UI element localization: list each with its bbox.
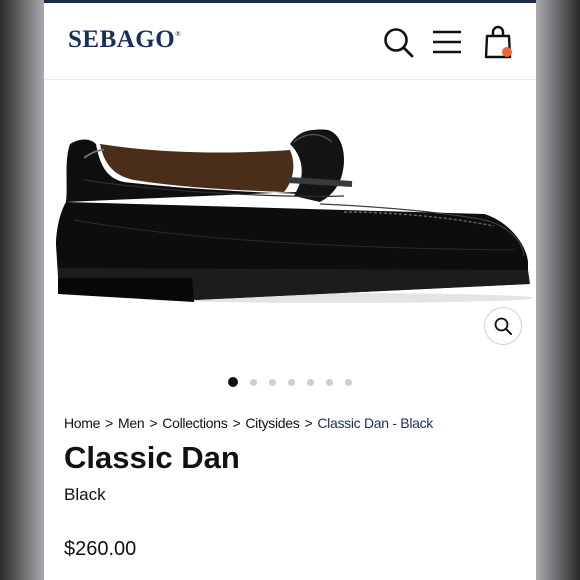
pagination-dot[interactable] bbox=[345, 379, 352, 386]
breadcrumb-separator: > bbox=[232, 415, 241, 431]
product-image[interactable] bbox=[44, 80, 536, 360]
breadcrumb-home[interactable]: Home bbox=[64, 415, 100, 431]
zoom-icon bbox=[494, 317, 512, 335]
product-title: Classic Dan bbox=[64, 440, 240, 475]
registered-mark: ® bbox=[175, 30, 181, 38]
breadcrumb-citysides[interactable]: Citysides bbox=[245, 415, 299, 431]
product-page: SEBAGO® Home > Men > Collections > Citys… bbox=[44, 0, 536, 580]
brand-name: SEBAGO bbox=[68, 26, 176, 53]
pagination-dot[interactable] bbox=[326, 379, 333, 386]
breadcrumb-separator: > bbox=[105, 415, 114, 431]
breadcrumb-current: Classic Dan - Black bbox=[317, 415, 434, 431]
product-price: $260.00 bbox=[64, 538, 137, 560]
sebago-logo[interactable]: SEBAGO® bbox=[68, 26, 181, 54]
search-icon[interactable] bbox=[380, 24, 416, 60]
pagination-dot[interactable] bbox=[307, 379, 314, 386]
breadcrumb: Home > Men > Collections > Citysides > Classic D… bbox=[64, 415, 433, 431]
product-color: Black bbox=[64, 485, 106, 504]
zoom-button[interactable] bbox=[484, 307, 522, 345]
breadcrumb-men[interactable]: Men bbox=[118, 415, 145, 431]
breadcrumb-separator: > bbox=[304, 415, 313, 431]
site-header: SEBAGO® bbox=[44, 3, 536, 80]
image-pagination bbox=[44, 376, 536, 388]
cart-badge bbox=[502, 47, 512, 57]
pagination-dot-active[interactable] bbox=[228, 377, 238, 387]
pagination-dot[interactable] bbox=[269, 379, 276, 386]
breadcrumb-collections[interactable]: Collections bbox=[162, 415, 227, 431]
breadcrumb-separator: > bbox=[149, 415, 158, 431]
pagination-dot[interactable] bbox=[250, 379, 257, 386]
pagination-dot[interactable] bbox=[288, 379, 295, 386]
menu-icon[interactable] bbox=[429, 24, 465, 60]
